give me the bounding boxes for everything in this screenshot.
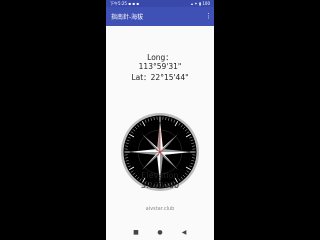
more-vert-icon[interactable]: ⋮ — [205, 11, 212, 21]
phone-screen: 下午5:25 ▪ ▪ ▪ ▴ ✦ ▮ 100 指南針-海拔 ⋮ Long： 11… — [106, 0, 214, 240]
compass-dial — [121, 113, 199, 191]
footer-text: aivstar.club — [145, 206, 175, 212]
status-bar-right: ▴ ✦ ▮ 100 — [190, 1, 210, 6]
main-content: Long： 113°59'31" Lat：22°15'44" Elevation… — [106, 26, 214, 225]
elevation-label: Elevation — [141, 171, 179, 180]
status-bar: 下午5:25 ▪ ▪ ▪ ▴ ✦ ▮ 100 — [106, 0, 214, 7]
app-title: 指南針-海拔 — [111, 14, 144, 21]
app-bar: 指南針-海拔 ⋮ — [106, 7, 214, 26]
back-icon[interactable]: ◀ — [179, 228, 189, 238]
navigation-bar: ■ ● ◀ — [106, 225, 214, 240]
latitude-line: Lat：22°15'44" — [131, 73, 189, 82]
home-icon[interactable]: ● — [155, 228, 165, 238]
recent-apps-icon[interactable]: ■ — [131, 228, 141, 238]
compass-center — [158, 150, 162, 154]
longitude-value: 113°59'31" — [138, 62, 182, 71]
elevation-value: 3.100000 — [140, 181, 180, 190]
